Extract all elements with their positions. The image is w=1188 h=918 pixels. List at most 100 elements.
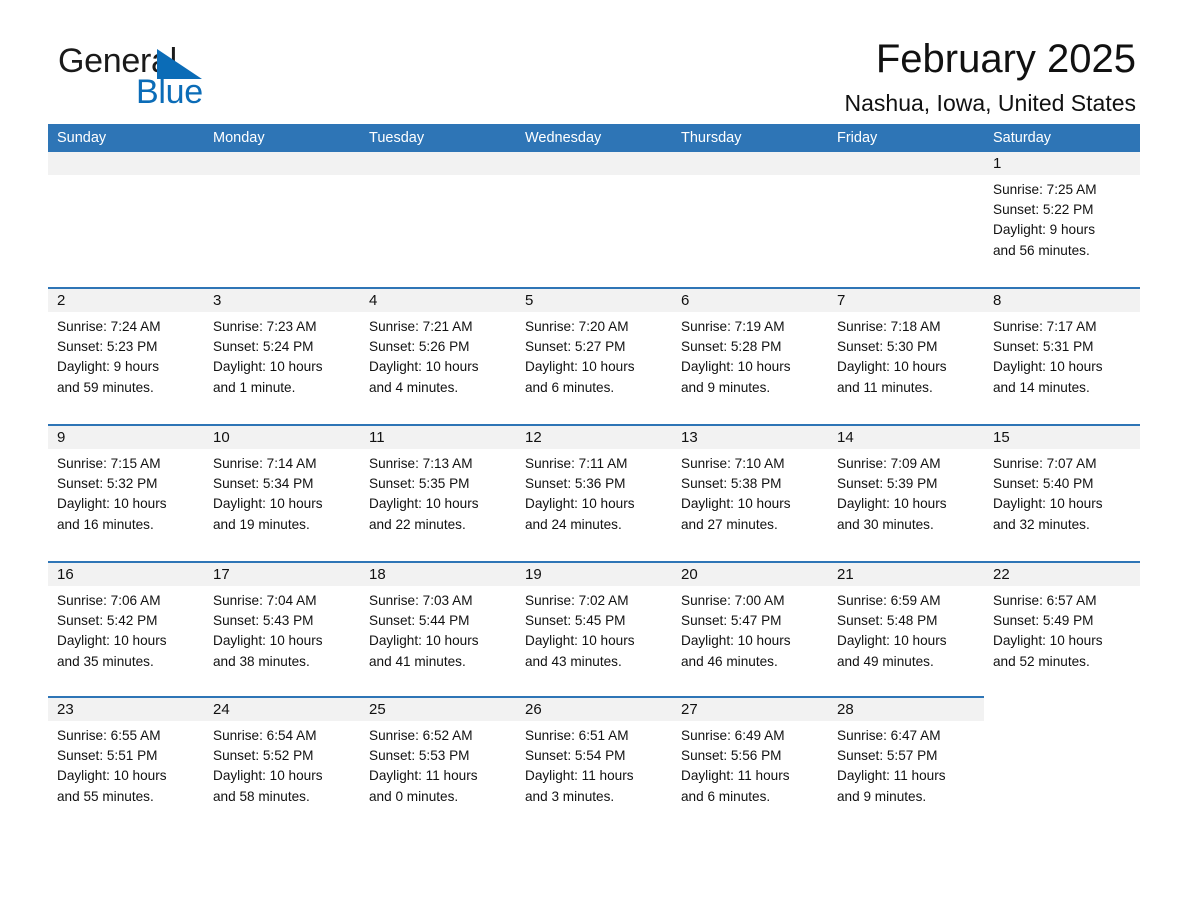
day-info: Sunrise: 7:21 AM Sunset: 5:26 PM Daylight:… — [360, 312, 516, 398]
day-info-daylight1: Daylight: 10 hours — [993, 496, 1103, 512]
day-info-sunset: Sunset: 5:40 PM — [993, 476, 1094, 492]
date-number-band — [360, 152, 516, 175]
day-info-daylight1: Daylight: 10 hours — [57, 496, 167, 512]
day-cell[interactable]: 22 Sunrise: 6:57 AM Sunset: 5:49 PM Dayligh… — [984, 563, 1140, 690]
day-info-daylight1: Daylight: 11 hours — [525, 768, 634, 784]
day-info-sunrise: Sunrise: 7:24 AM — [57, 319, 161, 334]
date-number: 14 — [837, 429, 854, 446]
date-number-band — [828, 152, 984, 175]
day-info: Sunrise: 7:24 AM Sunset: 5:23 PM Daylight:… — [48, 312, 204, 398]
date-number-band: 20 — [672, 563, 828, 586]
day-info-sunrise: Sunrise: 7:04 AM — [213, 593, 317, 608]
day-info-daylight1: Daylight: 10 hours — [993, 633, 1103, 649]
date-number-band: 9 — [48, 426, 204, 449]
day-info-daylight2: and 43 minutes. — [525, 653, 622, 669]
date-number-band: 16 — [48, 563, 204, 586]
day-info-sunrise: Sunrise: 6:54 AM — [213, 728, 317, 743]
date-number-band: 18 — [360, 563, 516, 586]
logo-text-blue: Blue — [136, 73, 203, 111]
date-number: 6 — [681, 292, 690, 309]
day-cell[interactable]: 21 Sunrise: 6:59 AM Sunset: 5:48 PM Dayligh… — [828, 563, 984, 690]
day-info-sunrise: Sunrise: 6:59 AM — [837, 593, 941, 608]
day-info-sunrise: Sunrise: 7:20 AM — [525, 319, 629, 334]
weekday-tuesday: Tuesday — [369, 130, 425, 146]
day-info-sunset: Sunset: 5:28 PM — [681, 339, 782, 355]
day-info-sunset: Sunset: 5:42 PM — [57, 613, 158, 629]
date-number: 16 — [57, 566, 74, 583]
day-cell[interactable]: 25 Sunrise: 6:52 AM Sunset: 5:53 PM Dayligh… — [360, 698, 516, 825]
weekday-monday: Monday — [213, 130, 265, 146]
day-cell[interactable]: 28 Sunrise: 6:47 AM Sunset: 5:57 PM Dayligh… — [828, 698, 984, 825]
day-info-daylight2: and 27 minutes. — [681, 516, 778, 532]
day-info-sunrise: Sunrise: 7:21 AM — [369, 319, 473, 334]
day-cell[interactable]: 9 Sunrise: 7:15 AM Sunset: 5:32 PM Daylight… — [48, 426, 204, 553]
day-info-daylight1: Daylight: 10 hours — [213, 496, 323, 512]
day-info: Sunrise: 7:14 AM Sunset: 5:34 PM Daylight:… — [204, 449, 360, 535]
day-info-daylight1: Daylight: 10 hours — [837, 633, 947, 649]
day-info-sunrise: Sunrise: 7:18 AM — [837, 319, 941, 334]
date-number-band: 11 — [360, 426, 516, 449]
date-number-band: 23 — [48, 698, 204, 721]
day-cell[interactable]: 16 Sunrise: 7:06 AM Sunset: 5:42 PM Dayligh… — [48, 563, 204, 690]
day-cell[interactable]: 26 Sunrise: 6:51 AM Sunset: 5:54 PM Dayligh… — [516, 698, 672, 825]
date-number-band — [204, 152, 360, 175]
day-cell[interactable]: 20 Sunrise: 7:00 AM Sunset: 5:47 PM Dayligh… — [672, 563, 828, 690]
day-info-daylight2: and 58 minutes. — [213, 788, 310, 804]
date-number: 2 — [57, 292, 66, 309]
date-number: 1 — [993, 155, 1002, 172]
day-info-daylight2: and 55 minutes. — [57, 788, 154, 804]
day-cell[interactable]: 3 Sunrise: 7:23 AM Sunset: 5:24 PM Daylight… — [204, 289, 360, 416]
day-cell[interactable]: 6 Sunrise: 7:19 AM Sunset: 5:28 PM Daylight… — [672, 289, 828, 416]
day-info: Sunrise: 7:06 AM Sunset: 5:42 PM Daylight:… — [48, 586, 204, 672]
calendar-week-row: 1 Sunrise: 7:25 AM Sunset: 5:22 PM Daylight… — [48, 152, 1140, 279]
day-cell[interactable]: 27 Sunrise: 6:49 AM Sunset: 5:56 PM Dayligh… — [672, 698, 828, 825]
day-cell[interactable]: 11 Sunrise: 7:13 AM Sunset: 5:35 PM Dayligh… — [360, 426, 516, 553]
calendar-week-row: 23 Sunrise: 6:55 AM Sunset: 5:51 PM Dayligh… — [48, 696, 1140, 825]
date-number-band: 2 — [48, 289, 204, 312]
calendar-weeks: 1 Sunrise: 7:25 AM Sunset: 5:22 PM Daylight… — [48, 152, 1140, 825]
day-cell[interactable]: 19 Sunrise: 7:02 AM Sunset: 5:45 PM Dayligh… — [516, 563, 672, 690]
day-info-daylight1: Daylight: 11 hours — [837, 768, 946, 784]
day-info: Sunrise: 7:13 AM Sunset: 5:35 PM Daylight:… — [360, 449, 516, 535]
date-number: 24 — [213, 701, 230, 718]
weekday-friday: Friday — [837, 130, 878, 146]
day-cell[interactable]: 8 Sunrise: 7:17 AM Sunset: 5:31 PM Daylight… — [984, 289, 1140, 416]
day-cell[interactable]: 1 Sunrise: 7:25 AM Sunset: 5:22 PM Daylight… — [984, 152, 1140, 279]
day-cell[interactable]: 23 Sunrise: 6:55 AM Sunset: 5:51 PM Dayligh… — [48, 698, 204, 825]
day-info-daylight2: and 6 minutes. — [525, 379, 615, 395]
day-cell[interactable]: 7 Sunrise: 7:18 AM Sunset: 5:30 PM Daylight… — [828, 289, 984, 416]
day-info-sunset: Sunset: 5:24 PM — [213, 339, 314, 355]
day-cell[interactable]: 10 Sunrise: 7:14 AM Sunset: 5:34 PM Dayligh… — [204, 426, 360, 553]
day-info: Sunrise: 6:52 AM Sunset: 5:53 PM Daylight:… — [360, 721, 516, 807]
day-cell[interactable]: 5 Sunrise: 7:20 AM Sunset: 5:27 PM Daylight… — [516, 289, 672, 416]
day-info-sunrise: Sunrise: 7:15 AM — [57, 456, 161, 471]
day-cell[interactable]: 24 Sunrise: 6:54 AM Sunset: 5:52 PM Dayligh… — [204, 698, 360, 825]
date-number: 18 — [369, 566, 386, 583]
day-cell[interactable]: 17 Sunrise: 7:04 AM Sunset: 5:43 PM Dayligh… — [204, 563, 360, 690]
date-number: 23 — [57, 701, 74, 718]
day-cell[interactable]: 13 Sunrise: 7:10 AM Sunset: 5:38 PM Dayligh… — [672, 426, 828, 553]
day-cell-empty — [984, 698, 1140, 825]
date-number-band: 27 — [672, 698, 828, 721]
day-info-daylight2: and 49 minutes. — [837, 653, 934, 669]
weekday-wednesday: Wednesday — [525, 130, 602, 146]
day-info-daylight1: Daylight: 10 hours — [369, 633, 479, 649]
day-cell[interactable]: 18 Sunrise: 7:03 AM Sunset: 5:44 PM Dayligh… — [360, 563, 516, 690]
day-cell[interactable]: 2 Sunrise: 7:24 AM Sunset: 5:23 PM Daylight… — [48, 289, 204, 416]
date-number: 10 — [213, 429, 230, 446]
general-blue-logo: General Blue — [58, 44, 318, 120]
day-cell[interactable]: 15 Sunrise: 7:07 AM Sunset: 5:40 PM Dayligh… — [984, 426, 1140, 553]
day-info-daylight1: Daylight: 10 hours — [681, 633, 791, 649]
day-info-daylight1: Daylight: 10 hours — [837, 496, 947, 512]
day-info-sunset: Sunset: 5:53 PM — [369, 748, 470, 764]
date-number: 22 — [993, 566, 1010, 583]
day-info-sunrise: Sunrise: 7:11 AM — [525, 456, 628, 471]
date-number-band: 13 — [672, 426, 828, 449]
day-info-sunset: Sunset: 5:22 PM — [993, 202, 1094, 218]
day-cell[interactable]: 14 Sunrise: 7:09 AM Sunset: 5:39 PM Dayligh… — [828, 426, 984, 553]
date-number: 11 — [369, 429, 385, 446]
day-info: Sunrise: 6:47 AM Sunset: 5:57 PM Daylight:… — [828, 721, 984, 807]
day-cell[interactable]: 4 Sunrise: 7:21 AM Sunset: 5:26 PM Daylight… — [360, 289, 516, 416]
day-info-daylight2: and 22 minutes. — [369, 516, 466, 532]
day-cell[interactable]: 12 Sunrise: 7:11 AM Sunset: 5:36 PM Dayligh… — [516, 426, 672, 553]
